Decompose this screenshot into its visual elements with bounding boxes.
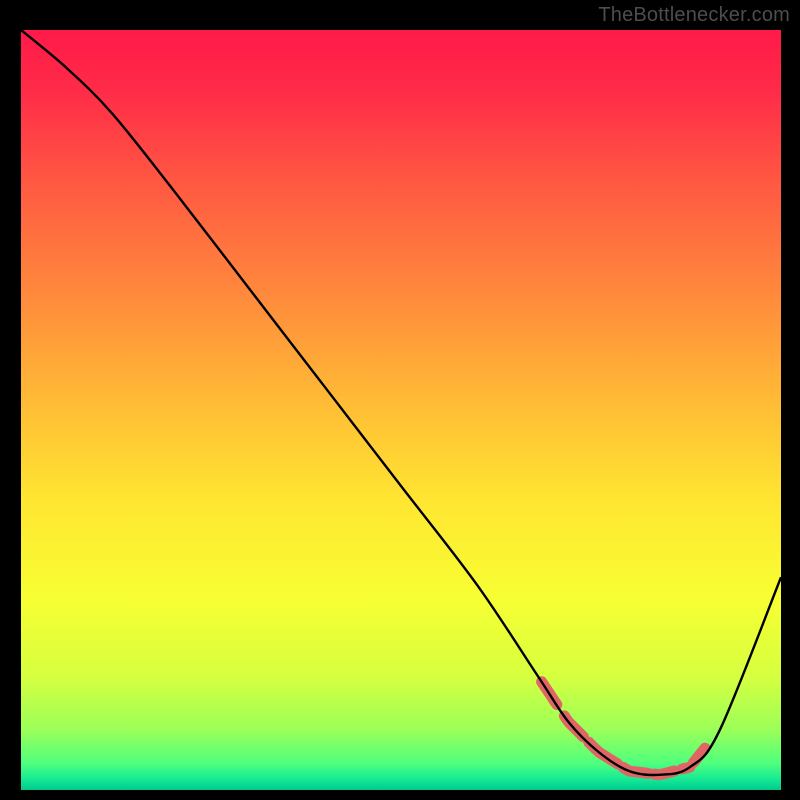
plot-svg <box>21 30 781 790</box>
bottleneck-plot <box>21 30 781 790</box>
chart-frame: TheBottlenecker.com <box>0 0 800 800</box>
gradient-background <box>21 30 781 790</box>
attribution-label: TheBottlenecker.com <box>598 4 790 27</box>
